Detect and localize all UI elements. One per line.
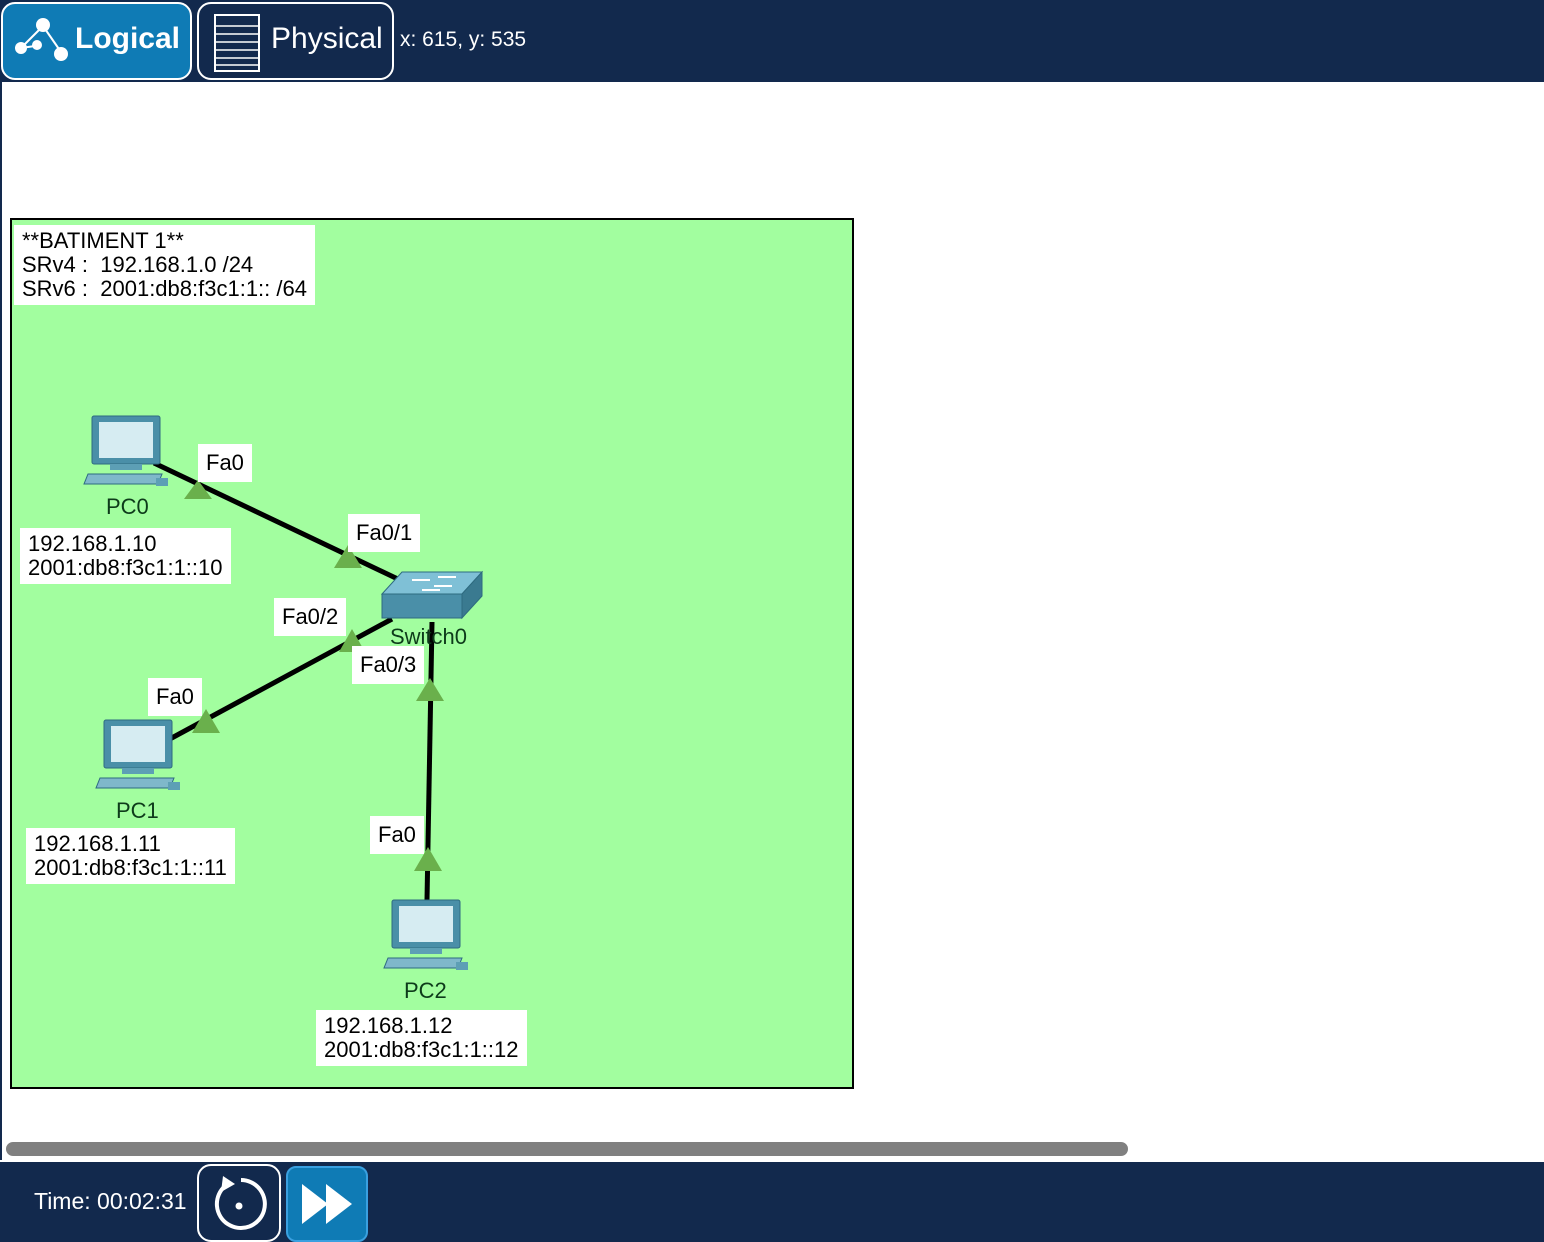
tab-logical-label: Logical [75, 22, 181, 55]
rack-icon [214, 14, 260, 72]
tab-physical-label: Physical [271, 22, 383, 55]
fast-forward-icon [302, 1184, 352, 1224]
cursor-coordinates: x: 615, y: 535 [400, 28, 527, 51]
network-diagram: **BATIMENT 1** SRv4 : 192.168.1.0 /24 SR… [2, 82, 1544, 1160]
pc2-icon[interactable] [383, 899, 468, 970]
port-label-switch-fa0-2: Fa0/2 [274, 598, 347, 636]
fast-forward-button[interactable] [286, 1166, 368, 1242]
port-label-switch-fa0-3: Fa0/3 [352, 646, 425, 684]
reset-time-button[interactable] [197, 1164, 281, 1242]
port-label-switch-fa0-1: Fa0/1 [348, 514, 421, 552]
area-note[interactable]: **BATIMENT 1** SRv4 : 192.168.1.0 /24 SR… [14, 225, 315, 305]
simulation-time: Time: 00:02:31 [34, 1188, 187, 1214]
pc1-icon[interactable] [95, 719, 180, 790]
tab-logical[interactable]: Logical [1, 2, 192, 80]
port-label-pc1-fa0: Fa0 [148, 678, 202, 716]
logical-workspace[interactable]: **BATIMENT 1** SRv4 : 192.168.1.0 /24 SR… [0, 82, 1544, 1160]
pc2-label: PC2 [404, 978, 447, 1003]
logical-topology-icon [15, 18, 68, 61]
port-label-pc0-fa0: Fa0 [198, 444, 252, 482]
pc1-label: PC1 [116, 798, 159, 823]
pc2-ip-note[interactable]: 192.168.1.12 2001:db8:f3c1:1::12 [316, 1010, 527, 1066]
toolbar-bottom: Time: 00:02:31 [0, 1162, 1544, 1242]
toolbar-top: Logical Physical x: 615, y: 535 [0, 0, 1544, 82]
pc1-ip-note[interactable]: 192.168.1.11 2001:db8:f3c1:1::11 [26, 828, 235, 884]
reset-clock-icon [214, 1176, 267, 1230]
port-label-pc2-fa0: Fa0 [370, 816, 424, 854]
pc0-ip-note[interactable]: 192.168.1.10 2001:db8:f3c1:1::10 [20, 528, 231, 584]
switch0-icon[interactable] [380, 570, 484, 620]
horizontal-scrollbar[interactable] [6, 1142, 1128, 1156]
tab-physical[interactable]: Physical [197, 2, 394, 80]
pc0-label: PC0 [106, 494, 149, 519]
pc0-icon[interactable] [83, 415, 168, 486]
